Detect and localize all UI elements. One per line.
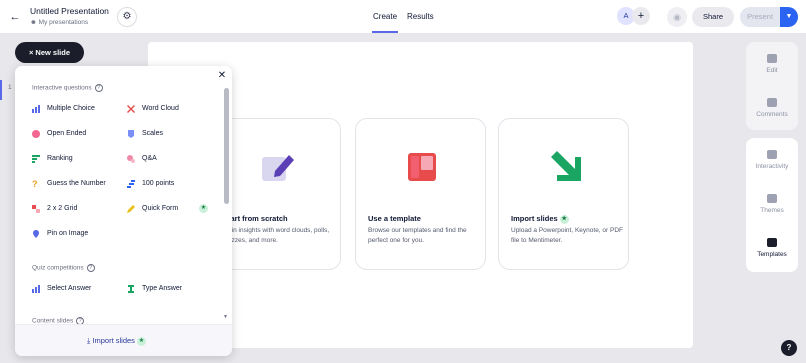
scroll-down-arrow-icon[interactable]: ▼ (223, 314, 228, 320)
themes-label: Themes (760, 207, 784, 214)
menu-item-label: 2 x 2 Grid (47, 205, 78, 212)
section-heading-quiz: Quiz competitions? (32, 264, 95, 272)
breadcrumb-label: My presentations (38, 19, 89, 26)
edit-tab[interactable]: Edit (746, 54, 798, 74)
interactivity-label: Interactivity (755, 163, 789, 170)
tab-results[interactable]: Results (407, 12, 434, 21)
eye-icon: ◉ (673, 12, 681, 22)
card-title: Use a template (368, 214, 421, 223)
menu-item-label: Q&A (142, 155, 157, 162)
import-slides-card[interactable]: Import slides ★ Upload a Powerpoint, Keyn… (498, 118, 629, 270)
chevron-down-icon: ▼ (785, 13, 793, 20)
card-title-label: Import slides (511, 214, 558, 223)
qa-icon (127, 155, 135, 163)
pencil-icon (127, 205, 135, 213)
presentation-title[interactable]: Untitled Presentation (30, 6, 109, 16)
new-badge-icon: ★ (199, 204, 208, 213)
grid-icon (32, 205, 40, 213)
menu-item-label: Pin on Image (47, 230, 89, 237)
user-icon: ☻ (30, 19, 39, 26)
pin-icon (33, 230, 39, 238)
present-dropdown-button[interactable]: ▼ (780, 7, 798, 27)
breadcrumb[interactable]: ☻ My presentations (30, 19, 88, 26)
menu-scrollbar[interactable] (224, 88, 229, 204)
slide-number[interactable]: 1 (8, 84, 12, 91)
tab-create[interactable]: Create (371, 12, 399, 33)
settings-button[interactable]: ⚙ (117, 7, 137, 27)
section-heading-label: Interactive questions (32, 84, 92, 92)
interactivity-icon (767, 150, 777, 159)
comments-label: Comments (756, 111, 788, 118)
share-button[interactable]: Share (692, 7, 734, 27)
comment-icon (767, 98, 777, 107)
section-heading-interactive: Interactive questions? (32, 84, 103, 92)
preview-button[interactable]: ◉ (667, 7, 687, 27)
help-icon[interactable]: ? (86, 264, 95, 272)
menu-item-label: Open Ended (47, 130, 87, 137)
top-bar: ← Untitled Presentation ☻ My presentatio… (0, 0, 806, 34)
scales-icon (128, 130, 134, 138)
themes-tab[interactable]: Themes (746, 194, 798, 214)
template-icon (408, 153, 436, 181)
present-button[interactable]: Present (740, 7, 780, 27)
points-icon (127, 180, 135, 188)
card-title: Import slides ★ (511, 214, 569, 224)
menu-item-label: Guess the Number (47, 180, 106, 187)
menu-item-label: Ranking (47, 155, 73, 162)
menu-item-label: Scales (142, 130, 164, 137)
help-button[interactable]: ? (781, 340, 797, 356)
gear-icon: ⚙ (122, 11, 132, 22)
close-icon[interactable]: ✕ (216, 70, 228, 82)
templates-icon (767, 238, 777, 247)
comments-tab[interactable]: Comments (746, 98, 798, 118)
menu-item-label: Select Answer (47, 285, 92, 292)
section-heading-label: Quiz competitions (32, 264, 84, 272)
new-badge-icon: ★ (136, 336, 146, 346)
menu-item-label: 100 points (142, 180, 175, 187)
word-cloud-icon (127, 105, 135, 113)
themes-icon (767, 194, 777, 203)
new-badge-icon: ★ (559, 214, 569, 224)
back-arrow-icon[interactable]: ← (8, 10, 22, 24)
use-template-card[interactable]: Use a template Browse our templates and … (355, 118, 486, 270)
card-description: Browse our templates and find the perfec… (368, 227, 467, 244)
right-panel-top: Edit Comments (746, 42, 798, 130)
text-cursor-icon (128, 285, 134, 293)
menu-item-label: Quick Form (142, 205, 179, 212)
interactivity-tab[interactable]: Interactivity (746, 150, 798, 170)
right-panel-bottom: Interactivity Themes Templates (746, 138, 798, 272)
bar-chart-icon (32, 105, 40, 113)
edit-square-icon (262, 155, 294, 181)
card-description: Upload a Powerpoint, Keynote, or PDF fil… (511, 227, 624, 244)
slide-selected-marker (0, 80, 2, 100)
new-slide-menu: ✕ Interactive questions? Multiple Choice… (15, 66, 232, 356)
card-description: Gain insights with word clouds, polls, q… (223, 227, 330, 244)
help-icon[interactable]: ? (94, 84, 103, 92)
new-slide-button[interactable]: × New slide (15, 42, 84, 63)
card-title: Start from scratch (223, 214, 288, 223)
menu-footer: ⤓ Import slides ★ (15, 324, 232, 356)
menu-item-label: Multiple Choice (47, 105, 95, 112)
speech-bubble-icon (32, 130, 40, 138)
templates-tab[interactable]: Templates (746, 238, 798, 258)
plus-icon: + (637, 10, 645, 22)
menu-item-label: Type Answer (142, 285, 183, 292)
question-mark-icon: ? (32, 179, 38, 189)
bar-chart-icon (32, 285, 40, 293)
import-arrow-icon (551, 151, 581, 181)
edit-label: Edit (766, 67, 778, 74)
ranking-icon (32, 155, 40, 163)
add-collaborator-button[interactable]: + (632, 7, 650, 25)
edit-icon (767, 54, 777, 63)
import-slides-label: Import slides (92, 336, 135, 345)
import-slides-button[interactable]: ⤓ Import slides ★ (87, 336, 146, 346)
templates-label: Templates (757, 251, 787, 258)
new-slide-label: New slide (35, 48, 71, 57)
menu-item-label: Word Cloud (142, 105, 179, 112)
